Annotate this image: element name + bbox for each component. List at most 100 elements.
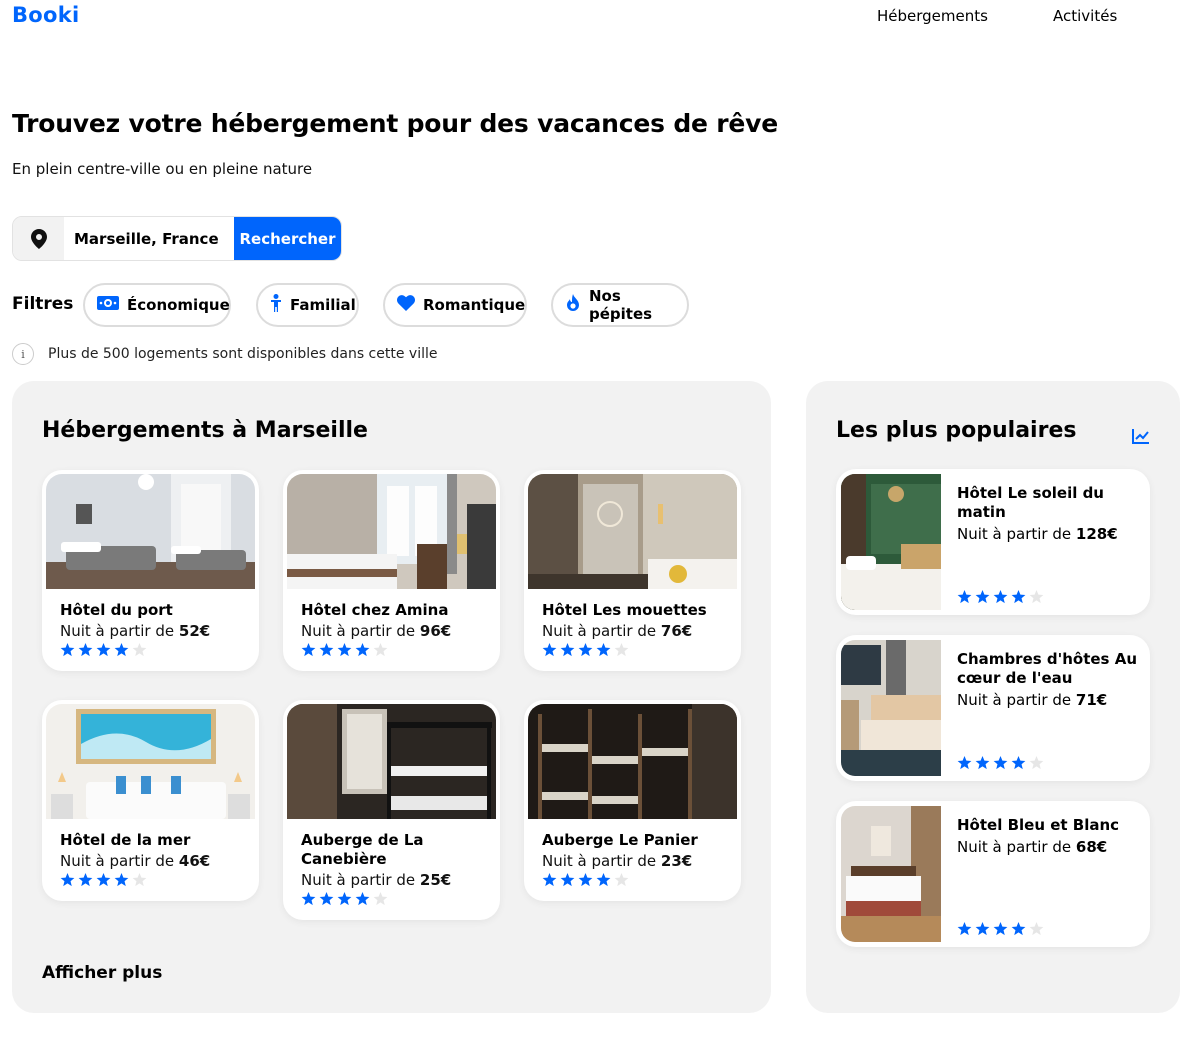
hotel-name: Hôtel Les mouettes <box>542 601 707 619</box>
hotel-photo <box>287 474 496 589</box>
star-filled-icon <box>1011 590 1026 604</box>
nav-link-hebergements[interactable]: Hébergements <box>877 7 988 25</box>
show-more-link[interactable]: Afficher plus <box>42 963 162 983</box>
hotel-name: Chambres d'hôtes Au cœur de l'eau <box>957 650 1137 687</box>
star-filled-icon <box>542 873 557 887</box>
section-title: Hébergements à Marseille <box>42 418 368 443</box>
hotel-name: Auberge de La Canebière <box>301 831 424 868</box>
hotel-name: Hôtel Bleu et Blanc <box>957 816 1120 834</box>
hotel-price: Nuit à partir de 23€ <box>542 852 693 870</box>
accommodation-card[interactable]: Hôtel de la mer Nuit à partir de 46€ <box>42 700 259 901</box>
money-icon <box>97 295 119 315</box>
star-filled-icon <box>114 873 129 887</box>
hotel-price: Nuit à partir de 46€ <box>60 852 211 870</box>
fire-icon <box>565 294 581 316</box>
hotel-photo <box>841 640 941 776</box>
star-filled-icon <box>993 922 1008 936</box>
heart-icon <box>397 295 415 315</box>
location-pin-icon <box>13 217 64 260</box>
nav-link-activites[interactable]: Activités <box>1053 7 1117 25</box>
star-filled-icon <box>337 643 352 657</box>
popular-section: Les plus populaires Hôtel Le soleil du m… <box>806 381 1180 1013</box>
filter-economique[interactable]: Économique <box>83 283 231 327</box>
filter-label: Nos pépites <box>589 287 653 323</box>
star-filled-icon <box>578 643 593 657</box>
star-filled-icon <box>957 922 972 936</box>
search-input[interactable] <box>64 217 234 260</box>
star-filled-icon <box>596 873 611 887</box>
star-filled-icon <box>1011 756 1026 770</box>
filters-label: Filtres <box>12 294 74 314</box>
trending-icon <box>1132 428 1150 448</box>
star-filled-icon <box>957 756 972 770</box>
star-empty-icon <box>1029 922 1044 936</box>
accommodation-card[interactable]: Hôtel du port Nuit à partir de 52€ <box>42 470 259 671</box>
accommodation-card[interactable]: Hôtel Les mouettes Nuit à partir de 76€ <box>524 470 741 671</box>
hotel-name: Hôtel chez Amina <box>301 601 449 619</box>
star-filled-icon <box>560 643 575 657</box>
star-empty-icon <box>1029 590 1044 604</box>
info-icon: i <box>12 343 34 365</box>
star-filled-icon <box>975 590 990 604</box>
hotel-name: Hôtel Le soleil du matin <box>957 484 1104 521</box>
filter-romantique[interactable]: Romantique <box>383 283 527 327</box>
star-rating <box>957 756 1044 770</box>
page-subtitle: En plein centre-ville ou en pleine natur… <box>12 160 313 178</box>
star-filled-icon <box>337 892 352 906</box>
filter-familial[interactable]: Familial <box>256 283 359 327</box>
logo[interactable]: Booki <box>12 3 80 27</box>
hotel-photo <box>287 704 496 819</box>
star-filled-icon <box>319 643 334 657</box>
page-title: Trouvez votre hébergement pour des vacan… <box>12 109 779 138</box>
star-filled-icon <box>975 922 990 936</box>
search-bar: Rechercher <box>12 216 342 261</box>
hotel-price: Nuit à partir de 25€ <box>301 871 452 889</box>
star-filled-icon <box>596 643 611 657</box>
star-empty-icon <box>614 643 629 657</box>
star-rating <box>301 892 484 906</box>
star-filled-icon <box>993 590 1008 604</box>
filter-nos-pepites[interactable]: Nos pépites <box>551 283 689 327</box>
star-filled-icon <box>993 756 1008 770</box>
hotel-price: Nuit à partir de 52€ <box>60 622 211 640</box>
star-filled-icon <box>355 643 370 657</box>
star-filled-icon <box>542 643 557 657</box>
star-filled-icon <box>60 643 75 657</box>
hotel-price: Nuit à partir de 128€ <box>957 525 1118 543</box>
info-text: Plus de 500 logements sont disponibles d… <box>48 346 438 362</box>
star-empty-icon <box>132 873 147 887</box>
popular-card[interactable]: Chambres d'hôtes Au cœur de l'eau Nuit à… <box>836 635 1150 781</box>
search-button[interactable]: Rechercher <box>234 217 341 260</box>
filter-label: Familial <box>290 296 356 314</box>
star-filled-icon <box>578 873 593 887</box>
star-filled-icon <box>301 643 316 657</box>
accommodation-card[interactable]: Hôtel chez Amina Nuit à partir de 96€ <box>283 470 500 671</box>
popular-card[interactable]: Hôtel Bleu et Blanc Nuit à partir de 68€ <box>836 801 1150 947</box>
star-filled-icon <box>957 590 972 604</box>
hotel-photo <box>46 474 255 589</box>
star-rating <box>301 643 484 657</box>
star-filled-icon <box>975 756 990 770</box>
person-icon <box>270 294 282 316</box>
accommodations-section: Hébergements à Marseille Hôtel du port N… <box>12 381 771 1013</box>
hotel-photo <box>841 806 941 942</box>
hotel-photo <box>528 474 737 589</box>
star-rating <box>60 873 243 887</box>
star-filled-icon <box>96 643 111 657</box>
accommodation-card[interactable]: Auberge de La Canebière Nuit à partir de… <box>283 700 500 920</box>
star-empty-icon <box>614 873 629 887</box>
hotel-price: Nuit à partir de 96€ <box>301 622 452 640</box>
star-filled-icon <box>60 873 75 887</box>
star-filled-icon <box>78 873 93 887</box>
filter-label: Économique <box>127 296 230 314</box>
star-empty-icon <box>132 643 147 657</box>
star-empty-icon <box>373 892 388 906</box>
accommodation-card[interactable]: Auberge Le Panier Nuit à partir de 23€ <box>524 700 741 901</box>
hotel-name: Auberge Le Panier <box>542 831 698 849</box>
star-filled-icon <box>301 892 316 906</box>
star-filled-icon <box>560 873 575 887</box>
filter-label: Romantique <box>423 296 526 314</box>
star-rating <box>542 873 725 887</box>
popular-card[interactable]: Hôtel Le soleil du matin Nuit à partir d… <box>836 469 1150 615</box>
hotel-photo <box>841 474 941 610</box>
